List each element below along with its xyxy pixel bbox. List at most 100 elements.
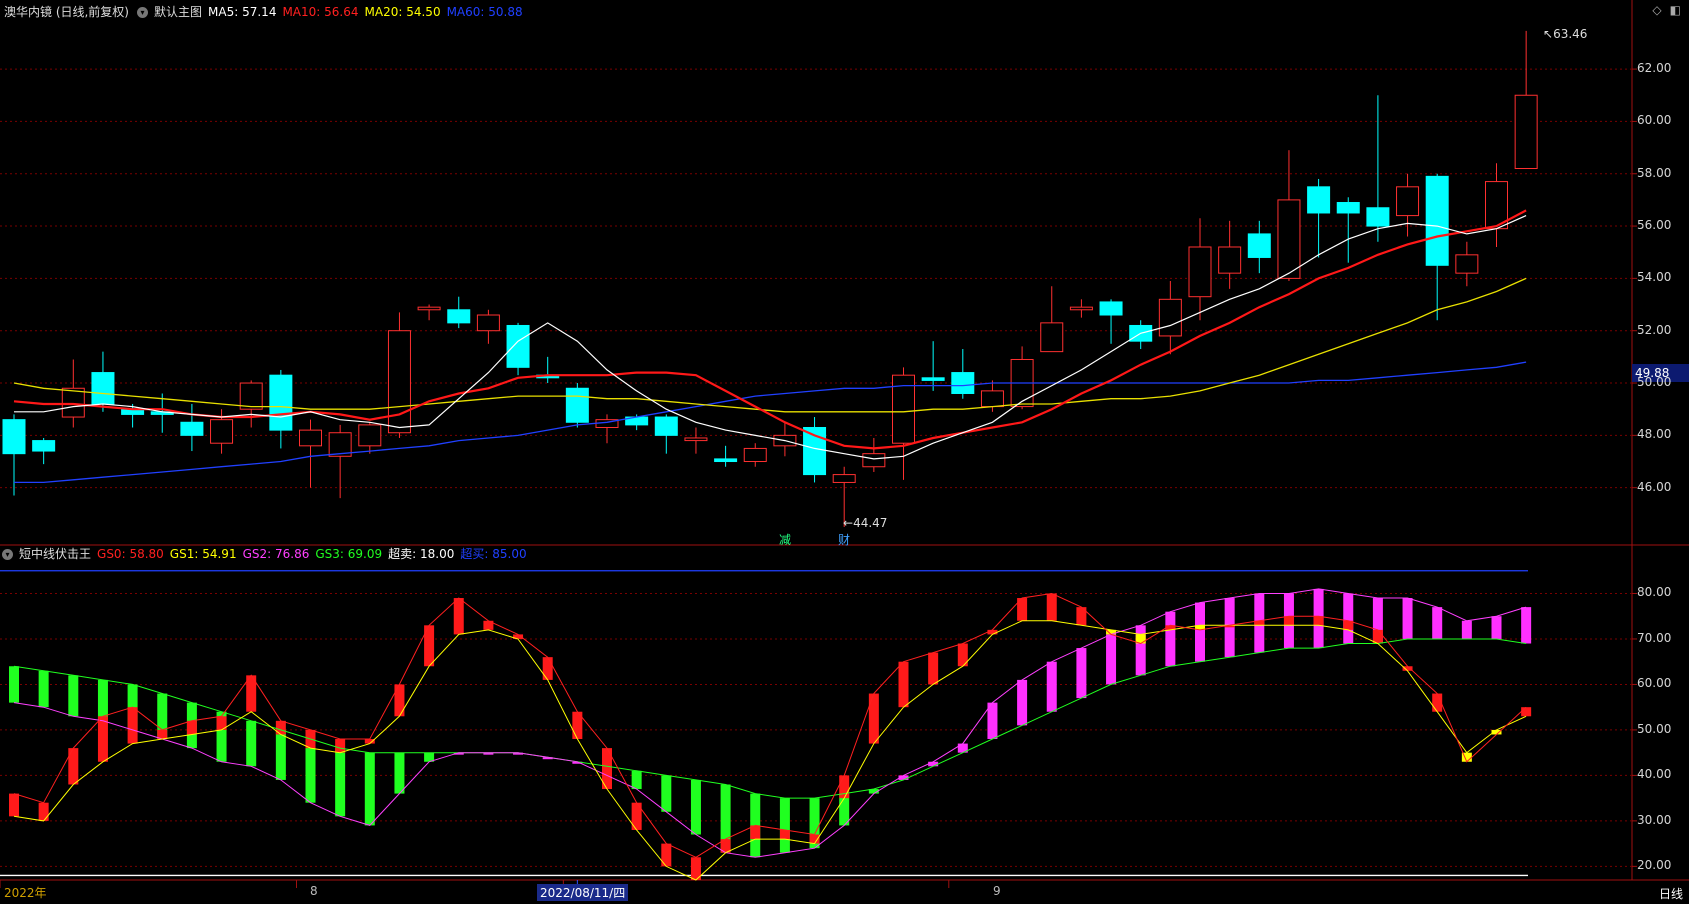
gs3-over-gs2-bar	[9, 666, 19, 703]
gs2-over-gs3-bar	[1461, 620, 1472, 639]
ma5-legend: MA5: 57.14	[208, 5, 277, 19]
gs2-legend: GS2: 76.86	[242, 547, 310, 561]
gs0-over-gs1-bar	[453, 598, 464, 635]
gs0-over-gs1-bar	[97, 716, 108, 762]
window-controls: ◇ ◧	[1652, 3, 1689, 17]
main-y-tick-label: 60.00	[1637, 113, 1672, 128]
candle-up	[387, 330, 411, 434]
gs3-over-gs2-bar	[246, 720, 257, 767]
chart-template-label[interactable]: 默认主图	[154, 2, 202, 22]
sub-chart-header: ▾ 短中线伏击王 GS0: 58.80 GS1: 54.91 GS2: 76.8…	[0, 544, 533, 564]
gs2-over-gs3-bar	[1402, 598, 1413, 639]
gs1-legend: GS1: 54.91	[169, 547, 237, 561]
gs2-over-gs3-bar	[1165, 611, 1176, 667]
gs2-over-gs3-bar	[1491, 616, 1502, 639]
gs0-over-gs1-bar	[661, 843, 672, 867]
indicator-name[interactable]: 短中线伏击王	[19, 544, 91, 564]
candle-up	[61, 387, 85, 418]
sub-y-tick-label: 60.00	[1637, 676, 1672, 691]
gs2-over-gs3-bar	[928, 761, 939, 767]
gs0-over-gs1-bar	[38, 802, 49, 821]
gs0-over-gs1-bar	[868, 693, 879, 744]
gs0-over-gs1-bar	[9, 793, 19, 817]
candle-down	[447, 309, 471, 324]
candle-down	[565, 387, 589, 423]
gs2-over-gs3-bar	[1521, 607, 1532, 644]
candle-down	[1099, 301, 1123, 316]
gs2-over-gs3-bar	[1046, 661, 1057, 712]
gs0-line	[13, 592, 1527, 858]
candle-down	[1307, 186, 1331, 214]
gs3-over-gs2-bar	[275, 729, 286, 780]
gs0-over-gs1-bar	[127, 707, 138, 744]
candle-down	[951, 372, 975, 394]
settings-circle-icon[interactable]: ▾	[2, 548, 13, 560]
sub-y-tick-label: 20.00	[1637, 858, 1672, 873]
gs0-over-gs1-bar	[928, 652, 939, 685]
candle-up	[1277, 199, 1301, 279]
candle-down	[921, 377, 945, 381]
gs3-over-gs2-bar	[631, 770, 642, 790]
candle-up	[980, 390, 1004, 408]
candle-down	[506, 324, 530, 368]
panel-toggle-icon[interactable]: ◧	[1670, 3, 1681, 17]
low-price-label: ←44.47	[843, 516, 888, 530]
main-panel-bg	[0, 0, 1689, 544]
main-y-tick-label: 46.00	[1637, 479, 1672, 494]
event-mark-finance[interactable]: 财	[838, 531, 850, 548]
sub-y-tick-label: 50.00	[1637, 721, 1672, 736]
gs1-line	[13, 620, 1527, 881]
diamond-icon[interactable]: ◇	[1652, 3, 1661, 17]
sub-y-tick-label: 30.00	[1637, 812, 1672, 827]
candle-up	[862, 453, 886, 468]
candle-down	[269, 374, 293, 431]
candle-up	[358, 424, 382, 447]
candle-up	[1188, 246, 1212, 298]
ma60-legend: MA60: 50.88	[446, 5, 523, 19]
main-chart-header: 澳华内镜 (日线,前复权) ▾ 默认主图 MA5: 57.14 MA10: 56…	[0, 2, 529, 22]
sub-y-tick-label: 70.00	[1637, 630, 1672, 645]
candle-up	[417, 306, 441, 311]
main-y-tick-label: 54.00	[1637, 270, 1672, 285]
candle-up	[210, 419, 234, 444]
gs3-over-gs2-bar	[335, 748, 346, 817]
period-label[interactable]: 日线	[1659, 885, 1683, 902]
gs2-over-gs3-bar	[1076, 648, 1087, 699]
candle-up	[1396, 186, 1420, 217]
candle-down	[32, 440, 56, 452]
candle-down	[654, 416, 678, 436]
candle-up	[1158, 298, 1182, 337]
settings-circle-icon[interactable]: ▾	[137, 6, 148, 18]
gs3-over-gs2-bar	[38, 670, 49, 708]
stock-chart[interactable]	[0, 0, 1689, 904]
gs0-over-gs1-bar	[779, 829, 790, 840]
candle-down	[2, 419, 26, 455]
gs2-over-gs3-bar	[1017, 679, 1028, 726]
candle-up	[1069, 306, 1093, 311]
gs0-over-gs1-bar	[335, 739, 346, 753]
gs0-over-gs1-bar	[839, 775, 850, 799]
ma10-legend: MA10: 56.64	[282, 5, 359, 19]
candle-up	[1514, 94, 1538, 170]
candle-down	[1336, 202, 1360, 214]
sub-y-tick-label: 40.00	[1637, 767, 1672, 782]
candle-up	[476, 314, 500, 332]
gs2-over-gs3-bar	[1224, 598, 1235, 658]
sub-y-tick-label: 80.00	[1637, 585, 1672, 600]
candle-down	[1425, 175, 1449, 266]
main-y-tick-label: 50.00	[1637, 375, 1672, 390]
candle-up	[1218, 246, 1242, 274]
gs0-over-gs1-bar	[186, 720, 197, 735]
gs0-over-gs1-bar	[898, 661, 909, 708]
gs0-over-gs1-bar	[1521, 707, 1532, 717]
candle-up	[1455, 254, 1479, 274]
high-price-label: ↖63.46	[1543, 27, 1588, 41]
candle-up	[832, 474, 856, 483]
event-mark-reduce[interactable]: 减	[779, 531, 791, 548]
x-label-cursor-date: 2022/08/11/四	[537, 884, 629, 901]
gs2-line	[13, 588, 1527, 858]
candle-up	[299, 429, 322, 447]
gs3-over-gs2-bar	[779, 798, 790, 853]
gs0-over-gs1-bar	[1046, 593, 1057, 621]
x-label-aug: 8	[310, 884, 318, 898]
